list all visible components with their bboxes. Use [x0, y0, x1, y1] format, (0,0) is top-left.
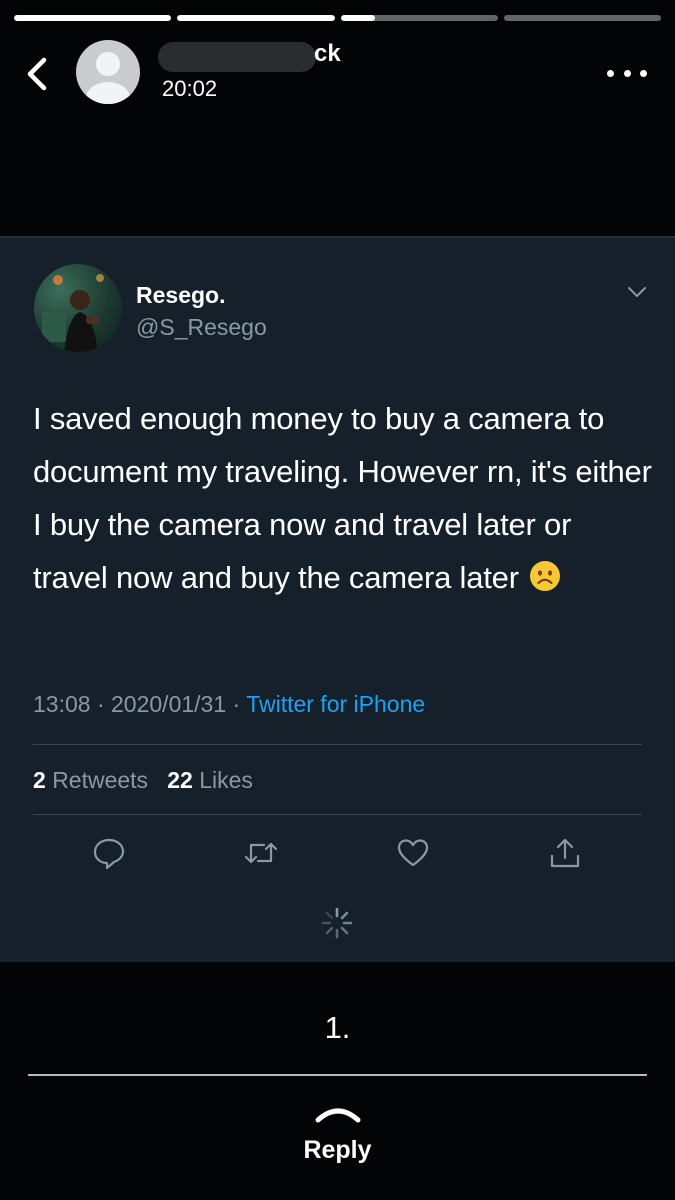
retweet-icon [244, 842, 278, 864]
tweet-time: 13:08 [33, 691, 91, 717]
tweet-actions [0, 836, 675, 872]
story-progress-segment [177, 15, 335, 21]
retweets-stat[interactable]: 2 Retweets [33, 767, 148, 793]
tweet-source-link[interactable]: Twitter for iPhone [246, 691, 425, 717]
more-options-button[interactable] [607, 66, 647, 80]
retweet-action-button[interactable] [244, 836, 278, 870]
story-username[interactable]: ck [158, 40, 341, 72]
loading-spinner [320, 906, 354, 940]
story-progress-segment [503, 15, 661, 21]
tweet-author-avatar[interactable] [34, 264, 122, 352]
reply-divider [28, 1074, 647, 1076]
more-dots-icon [640, 69, 647, 77]
meta-separator: · [96, 691, 105, 717]
redacted-username [158, 42, 316, 72]
back-button[interactable] [18, 54, 58, 94]
story-progress-segment [340, 15, 498, 21]
tweet-menu-caret[interactable] [625, 282, 649, 302]
story-screen: ck 20:02 Resego. @S_Resego I saved enoug… [0, 0, 675, 1200]
more-dots-icon [623, 69, 631, 77]
like-action-button[interactable] [396, 836, 430, 870]
tweet-meta: 13:08 · 2020/01/31 · Twitter for iPhone [33, 691, 425, 718]
likes-label: Likes [199, 767, 253, 793]
reply-action-button[interactable] [92, 836, 126, 870]
tweet-display-name[interactable]: Resego. [136, 282, 225, 309]
retweets-count: 2 [33, 767, 46, 793]
loading-spinner-icon [321, 907, 353, 939]
retweets-label: Retweets [52, 767, 149, 793]
username-suffix: ck [314, 40, 341, 67]
tweet-stats: 2 Retweets 22 Likes [33, 767, 253, 794]
caret-down-icon [628, 287, 646, 297]
tweet-date: 2020/01/31 [111, 691, 227, 717]
story-timestamp: 20:02 [162, 76, 218, 101]
share-icon [550, 838, 580, 868]
default-avatar-icon [86, 52, 130, 104]
story-header: ck 20:02 [0, 36, 675, 116]
story-caption: 1. [324, 1010, 351, 1045]
meta-separator: · [232, 691, 241, 717]
reply-swipe-up[interactable] [312, 1100, 364, 1126]
share-action-button[interactable] [548, 836, 582, 870]
tweet-handle[interactable]: @S_Resego [136, 314, 267, 341]
heart-icon [397, 839, 429, 867]
story-progress-segment [14, 15, 172, 21]
tweet-body: I saved enough money to buy a camera to … [33, 392, 653, 604]
likes-stat[interactable]: 22 Likes [167, 767, 253, 793]
back-chevron-icon [27, 57, 47, 91]
divider [33, 744, 642, 745]
profile-photo [42, 274, 104, 352]
reply-up-arrow-icon [315, 1108, 361, 1123]
story-progress [14, 15, 661, 21]
more-dots-icon [607, 69, 614, 77]
reply-label[interactable]: Reply [0, 1136, 675, 1165]
divider [33, 814, 642, 815]
frowning-face-icon [529, 561, 560, 591]
story-avatar[interactable] [76, 40, 140, 104]
likes-count: 22 [167, 767, 193, 793]
tweet-card: Resego. @S_Resego I saved enough money t… [0, 236, 675, 962]
reply-bubble-icon [93, 838, 125, 870]
